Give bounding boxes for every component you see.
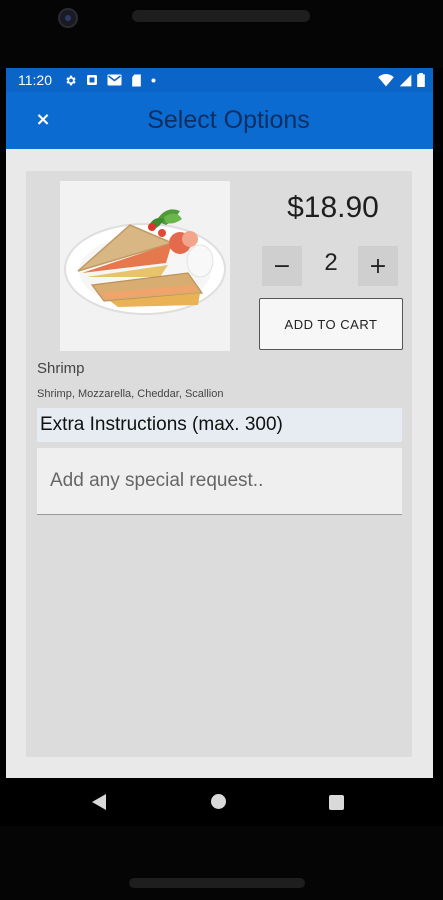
back-icon[interactable] bbox=[92, 794, 106, 810]
cell-signal-icon bbox=[399, 74, 412, 86]
settings-icon bbox=[66, 75, 76, 85]
app-bar: × Select Options bbox=[6, 92, 433, 149]
screen: 11:20 × Select Options $18.90 − 2 + ADD … bbox=[6, 68, 433, 778]
notification-square-icon bbox=[87, 75, 97, 85]
phone-bottom-bezel bbox=[0, 826, 443, 900]
add-to-cart-button[interactable]: ADD TO CART bbox=[259, 298, 403, 350]
battery-icon bbox=[417, 73, 425, 87]
close-icon[interactable]: × bbox=[32, 109, 54, 131]
wifi-icon bbox=[378, 73, 394, 86]
bottom-speaker bbox=[129, 878, 305, 888]
extra-instructions-label: Extra Instructions (max. 300) bbox=[37, 408, 402, 442]
status-bar: 11:20 bbox=[6, 68, 433, 92]
product-name: Shrimp bbox=[37, 360, 85, 377]
product-description: Shrimp, Mozzarella, Cheddar, Scallion bbox=[37, 388, 224, 400]
quantity-value: 2 bbox=[324, 249, 338, 276]
recents-icon[interactable] bbox=[329, 795, 344, 810]
phone-top-bezel bbox=[0, 0, 443, 68]
increase-quantity-button[interactable]: + bbox=[358, 246, 398, 286]
sd-card-icon bbox=[132, 74, 141, 86]
front-camera bbox=[58, 8, 78, 28]
product-image bbox=[60, 181, 230, 351]
status-right-icons bbox=[378, 73, 425, 87]
special-request-input[interactable] bbox=[37, 448, 402, 515]
minus-icon: − bbox=[272, 253, 292, 279]
status-left-icons bbox=[64, 74, 156, 87]
product-options-card: $18.90 − 2 + ADD TO CART Shrimp Shrimp, … bbox=[26, 171, 412, 757]
decrease-quantity-button[interactable]: − bbox=[262, 246, 302, 286]
price-label: $18.90 bbox=[287, 191, 379, 224]
status-time: 11:20 bbox=[18, 72, 52, 88]
plus-icon: + bbox=[368, 253, 388, 279]
earpiece-speaker bbox=[132, 10, 310, 22]
home-icon[interactable] bbox=[211, 794, 226, 809]
system-navigation-bar bbox=[0, 778, 443, 826]
quesadilla-plate-illustration bbox=[64, 209, 226, 315]
dot-icon bbox=[151, 78, 156, 82]
page-title: Select Options bbox=[147, 106, 310, 134]
gmail-icon bbox=[107, 74, 122, 86]
